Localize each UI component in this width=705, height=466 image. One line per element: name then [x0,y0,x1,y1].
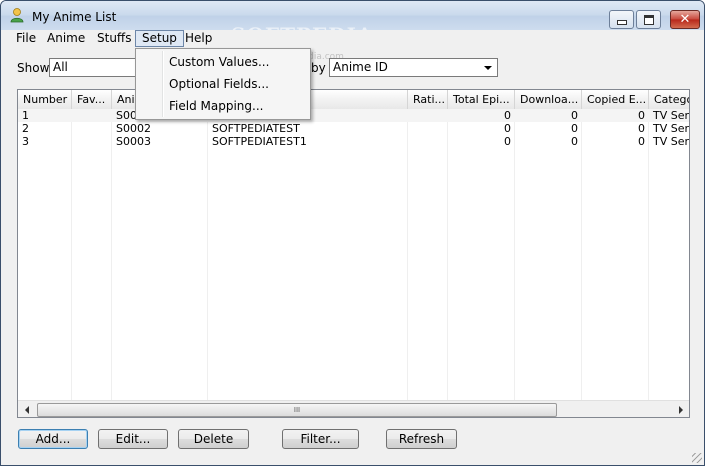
maximize-button[interactable] [636,10,661,29]
cell-downloaded: 0 [571,122,578,135]
title-bar[interactable]: My Anime List ✕ [1,1,704,30]
cell-name: SOFTPEDIATEST [212,122,300,135]
column-separator [111,109,112,401]
show-label: Show [17,61,50,75]
arrow-right-icon [678,405,683,414]
filter-button[interactable]: Filter... [282,429,359,449]
show-select[interactable]: All [49,58,141,77]
cell-number: 1 [22,109,29,122]
cell-copied-episodes: 0 [638,109,645,122]
column-separator [407,109,408,401]
cell-category: TV Series [653,122,690,135]
sort-label: by [311,61,326,75]
chevron-down-icon [484,66,492,70]
cell-number: 2 [22,122,29,135]
menu-item-optional-fields[interactable]: Optional Fields... [169,74,269,94]
menu-help[interactable]: Help [179,30,218,47]
cell-name: SOFTPEDIATEST1 [212,135,307,148]
cell-total-episodes: 0 [504,135,511,148]
menu-bar: File Anime Stuffs Setup Help [1,30,704,49]
setup-menu-dropdown: Custom Values... Optional Fields... Fiel… [135,48,311,120]
menu-file[interactable]: File [10,30,42,47]
minimize-button[interactable] [609,10,634,29]
cell-rating [408,122,448,135]
minimize-icon [616,20,627,25]
column-header-favorite[interactable]: Fav... [72,90,112,109]
column-header-category[interactable]: Catego [649,90,689,109]
column-separator [648,109,649,401]
cell-favorite [72,135,112,148]
scroll-right-button[interactable] [672,401,689,417]
menu-item-field-mapping[interactable]: Field Mapping... [169,96,263,116]
cell-anime-id: S0003 [116,135,151,148]
column-header-downloaded[interactable]: Downloa... [515,90,582,109]
maximize-icon [643,14,654,25]
table-header: Number Fav... Anime ID Name Rati... Tota… [18,90,689,110]
show-select-value: All [53,60,68,74]
table-row[interactable]: 1 S0001 SOFTPEDIA 0 0 0 TV Series [18,109,690,122]
column-separator [514,109,515,401]
column-separator [71,109,72,401]
column-separator [447,109,448,401]
edit-button[interactable]: Edit... [98,429,168,449]
cell-downloaded: 0 [571,135,578,148]
table-row[interactable]: 2 S0002 SOFTPEDIATEST 0 0 0 TV Series [18,122,690,135]
close-icon: ✕ [679,12,691,27]
menu-setup[interactable]: Setup [135,30,184,47]
window-title: My Anime List [32,10,117,24]
cell-anime-id: S0002 [116,122,151,135]
scroll-thumb[interactable]: III [37,403,557,417]
column-separator [207,109,208,401]
cell-category: TV Series [653,109,690,122]
table-row[interactable]: 3 S0003 SOFTPEDIATEST1 0 0 0 TV Series [18,135,690,148]
column-header-number[interactable]: Number [18,90,72,109]
horizontal-scrollbar[interactable]: III [18,400,689,417]
cell-copied-episodes: 0 [638,135,645,148]
cell-copied-episodes: 0 [638,122,645,135]
cell-favorite [72,109,112,122]
cell-category: TV Series [653,135,690,148]
cell-rating [408,135,448,148]
menu-anime[interactable]: Anime [41,30,91,47]
main-window: My Anime List ✕ SOFTPEDIA www.softpedia.… [0,0,705,466]
sort-select[interactable]: Anime ID [329,58,498,77]
column-separator [581,109,582,401]
column-header-rating[interactable]: Rati... [408,90,448,109]
column-header-copied-episodes[interactable]: Copied E... [582,90,649,109]
column-header-total-episodes[interactable]: Total Epi... [448,90,515,109]
delete-button[interactable]: Delete [178,429,249,449]
resize-grip-icon[interactable] [692,453,702,463]
menu-item-custom-values[interactable]: Custom Values... [169,52,269,72]
cell-total-episodes: 0 [504,109,511,122]
menu-stuffs[interactable]: Stuffs [91,30,137,47]
add-button[interactable]: Add... [18,429,88,449]
menu-gutter [162,51,164,117]
arrow-left-icon [24,405,29,414]
cell-number: 3 [22,135,29,148]
close-button[interactable]: ✕ [670,10,700,29]
scroll-left-button[interactable] [18,401,35,417]
anime-table[interactable]: Number Fav... Anime ID Name Rati... Tota… [17,89,690,418]
cell-downloaded: 0 [571,109,578,122]
grip-icon: III [293,406,301,414]
cell-favorite [72,122,112,135]
sort-select-value: Anime ID [333,60,388,74]
cell-total-episodes: 0 [504,122,511,135]
cell-rating [408,109,448,122]
app-icon [10,8,24,23]
refresh-button[interactable]: Refresh [386,429,457,449]
